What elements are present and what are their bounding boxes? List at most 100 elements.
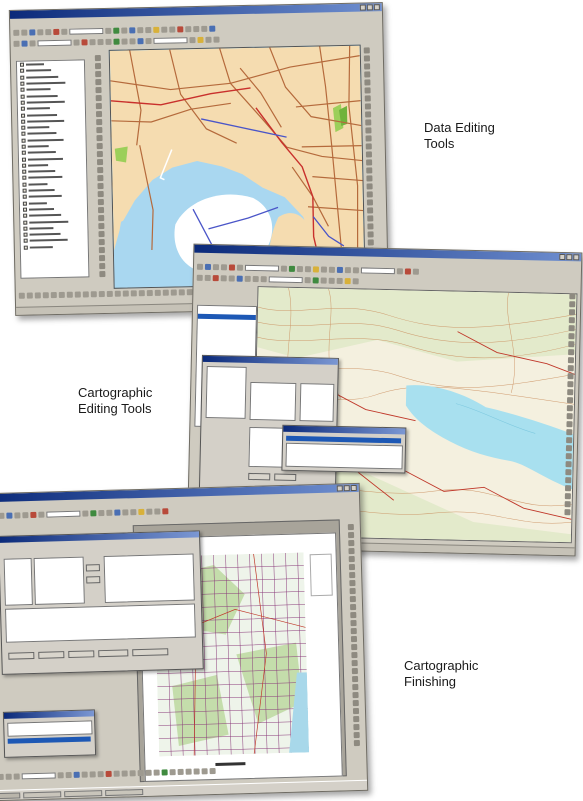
taskbar-item[interactable] — [23, 790, 62, 798]
layer-name-placeholder — [29, 245, 53, 249]
dialog-title-bar — [0, 531, 200, 543]
cancel-button[interactable] — [274, 473, 297, 482]
available-items-list[interactable] — [249, 381, 297, 421]
option-list[interactable] — [7, 720, 93, 737]
layer-checkbox-icon[interactable] — [23, 245, 28, 250]
layer-checkbox-icon[interactable] — [20, 94, 25, 99]
layer-name-placeholder — [27, 157, 63, 161]
layer-name-placeholder — [26, 69, 52, 73]
layer-name-placeholder — [27, 138, 64, 142]
layer-checkbox-icon[interactable] — [22, 163, 27, 168]
selection-dialog[interactable] — [2, 709, 97, 758]
layer-checkbox-icon[interactable] — [23, 220, 28, 225]
cartographic-finishing-caption: Cartographic Finishing — [404, 658, 478, 690]
layer-checkbox-icon[interactable] — [21, 125, 26, 130]
layer-checkbox-icon[interactable] — [20, 100, 25, 105]
layer-name-placeholder — [27, 151, 56, 154]
window-controls[interactable] — [559, 253, 580, 261]
layer-name-placeholder — [27, 113, 58, 117]
layer-checkbox-icon[interactable] — [19, 62, 25, 67]
layer-name-placeholder — [27, 119, 65, 123]
layer-name-placeholder — [27, 145, 49, 148]
selected-columns-list[interactable] — [103, 553, 195, 603]
layer-checkbox-icon[interactable] — [22, 194, 27, 200]
layer-name-placeholder — [26, 88, 51, 91]
layer-name-placeholder — [28, 195, 62, 198]
layer-name-placeholder — [26, 81, 66, 85]
grid-builder-dialog[interactable] — [0, 530, 204, 675]
layer-checkbox-icon[interactable] — [21, 132, 26, 137]
properties-button[interactable] — [68, 650, 95, 659]
list-selection-icon[interactable] — [285, 442, 403, 470]
selected-layer[interactable] — [197, 313, 256, 321]
layer-name-placeholder — [25, 63, 45, 66]
layer-checkbox-icon[interactable] — [20, 87, 25, 93]
vertical-toolbar-left[interactable] — [93, 55, 107, 278]
layer-checkbox-icon[interactable] — [21, 113, 26, 118]
remove-column-button[interactable] — [86, 576, 101, 584]
layer-name-placeholder — [29, 220, 69, 224]
layer-checkbox-icon[interactable] — [23, 213, 28, 218]
sheet-list[interactable] — [3, 558, 33, 606]
layer-name-placeholder — [29, 239, 68, 243]
taskbar-item[interactable] — [105, 788, 144, 796]
selected-items-list[interactable] — [299, 383, 335, 422]
window-controls[interactable] — [359, 4, 380, 11]
layer-checkbox-icon[interactable] — [20, 81, 25, 86]
data-editing-caption: Data Editing Tools — [424, 120, 495, 152]
layer-checkbox-icon[interactable] — [22, 188, 27, 193]
layer-checkbox-icon[interactable] — [21, 150, 26, 156]
layer-name-placeholder — [29, 226, 54, 230]
layer-checkbox-icon[interactable] — [21, 119, 26, 124]
close-button[interactable] — [132, 648, 169, 657]
layer-name-placeholder — [26, 107, 50, 110]
layer-name-placeholder — [27, 126, 50, 129]
ok-button[interactable] — [248, 472, 271, 481]
layer-list[interactable] — [15, 59, 90, 279]
caption-line: Tools — [424, 136, 455, 151]
task-bar-icon[interactable] — [0, 779, 368, 801]
caption-line: Editing Tools — [78, 401, 152, 416]
layer-checkbox-icon[interactable] — [22, 169, 27, 174]
add-column-button[interactable] — [85, 564, 100, 572]
layer-checkbox-icon[interactable] — [20, 75, 25, 80]
generate-button[interactable] — [98, 649, 129, 658]
taskbar-item[interactable] — [64, 789, 103, 797]
layer-row[interactable] — [21, 243, 88, 251]
start-button[interactable] — [0, 791, 21, 799]
legend-box — [309, 553, 333, 597]
dialog-title-bar — [202, 355, 338, 365]
caption-line: Finishing — [404, 674, 457, 689]
dialog-title-bar — [283, 425, 406, 435]
layer-checkbox-icon[interactable] — [20, 106, 25, 111]
window-controls[interactable] — [336, 484, 357, 492]
layer-checkbox-icon[interactable] — [21, 157, 27, 162]
class-list[interactable] — [205, 365, 247, 419]
layer-name-placeholder — [28, 201, 47, 205]
grid-table[interactable] — [5, 603, 196, 643]
cartographic-editing-caption: Cartographic Editing Tools — [78, 385, 152, 417]
layer-name-placeholder — [29, 233, 61, 236]
layer-name-placeholder — [28, 170, 56, 173]
layer-name-placeholder — [29, 214, 62, 217]
layer-checkbox-icon[interactable] — [23, 239, 28, 244]
vertical-toolbar-right[interactable] — [346, 524, 361, 747]
layer-checkbox-icon[interactable] — [22, 182, 27, 187]
selection-list-dialog[interactable] — [281, 424, 407, 474]
layer-checkbox-icon[interactable] — [21, 144, 26, 149]
layer-checkbox-icon[interactable] — [20, 69, 25, 74]
layer-name-placeholder — [26, 75, 59, 79]
add-button[interactable] — [8, 651, 35, 660]
layer-checkbox-icon[interactable] — [22, 207, 28, 212]
layer-name-placeholder — [29, 208, 55, 211]
layer-checkbox-icon[interactable] — [22, 201, 27, 206]
layer-checkbox-icon[interactable] — [22, 176, 27, 181]
layer-name-placeholder — [28, 176, 63, 180]
layer-checkbox-icon[interactable] — [21, 138, 26, 143]
delete-button[interactable] — [38, 651, 65, 659]
layer-checkbox-icon[interactable] — [23, 226, 28, 231]
layer-checkbox-icon[interactable] — [23, 232, 28, 237]
available-columns-list[interactable] — [33, 556, 85, 605]
cartographic-finishing-window — [0, 482, 369, 801]
selected-option-row[interactable] — [7, 736, 91, 744]
